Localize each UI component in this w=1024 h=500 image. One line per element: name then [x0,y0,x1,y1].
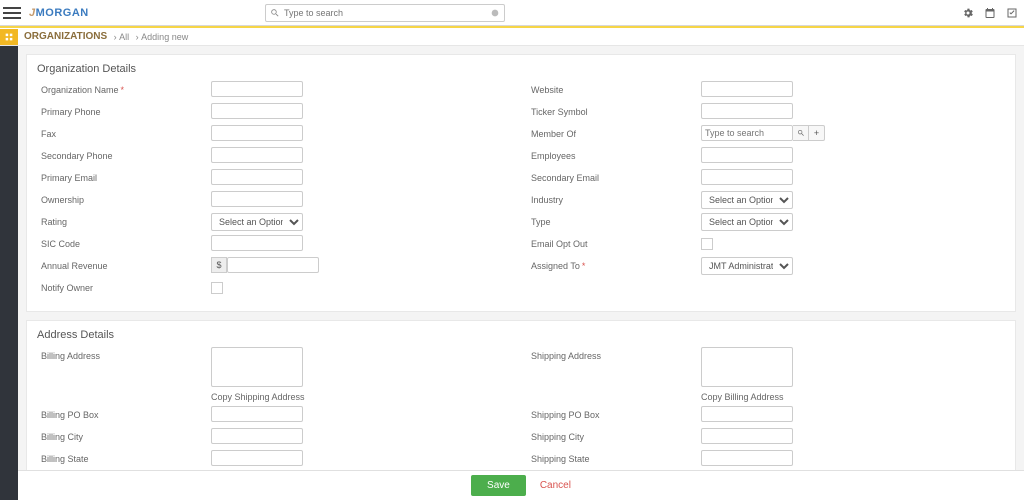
label-secondary-phone: Secondary Phone [41,147,211,161]
billing-state-input[interactable] [211,450,303,466]
label-type: Type [531,213,701,227]
primary-email-input[interactable] [211,169,303,185]
clear-icon[interactable] [490,8,500,18]
breadcrumb-action: › Adding new [133,32,188,42]
member-of-search-btn[interactable] [793,125,809,141]
organization-details-block: Organization Details Organization Name* … [26,54,1016,312]
shipping-state-input[interactable] [701,450,793,466]
billing-address-input[interactable] [211,347,303,387]
label-billing-pobox: Billing PO Box [41,406,211,420]
sic-code-input[interactable] [211,235,303,251]
breadcrumb-module[interactable]: ORGANIZATIONS [24,31,107,42]
ownership-input[interactable] [211,191,303,207]
calendar-icon[interactable] [984,7,996,19]
menu-icon[interactable] [3,4,21,22]
label-annual-revenue: Annual Revenue [41,257,211,271]
currency-symbol: $ [211,257,227,273]
gear-icon[interactable] [962,7,974,19]
type-select[interactable]: Select an Option [701,213,793,231]
label-fax: Fax [41,125,211,139]
employees-input[interactable] [701,147,793,163]
global-search[interactable] [265,4,505,22]
save-button[interactable]: Save [471,475,526,496]
annual-revenue-input[interactable] [227,257,319,273]
secondary-email-input[interactable] [701,169,793,185]
label-shipping-pobox: Shipping PO Box [531,406,701,420]
label-org-name: Organization Name* [41,81,211,95]
label-rating: Rating [41,213,211,227]
shipping-address-input[interactable] [701,347,793,387]
copy-billing-link[interactable]: Copy Billing Address [701,392,793,402]
global-search-input[interactable] [280,8,490,18]
organization-details-title: Organization Details [27,55,1015,81]
shipping-pobox-input[interactable] [701,406,793,422]
address-details-title: Address Details [27,321,1015,347]
label-shipping-address: Shipping Address [531,347,701,361]
label-shipping-city: Shipping City [531,428,701,442]
label-secondary-email: Secondary Email [531,169,701,183]
fax-input[interactable] [211,125,303,141]
industry-select[interactable]: Select an Option [701,191,793,209]
label-ownership: Ownership [41,191,211,205]
billing-city-input[interactable] [211,428,303,444]
secondary-phone-input[interactable] [211,147,303,163]
email-opt-out-checkbox[interactable] [701,238,713,250]
label-email-opt-out: Email Opt Out [531,235,701,249]
website-input[interactable] [701,81,793,97]
label-employees: Employees [531,147,701,161]
label-website: Website [531,81,701,95]
member-of-input[interactable] [701,125,793,141]
search-icon [270,8,280,18]
module-icon[interactable] [0,29,18,45]
copy-shipping-link[interactable]: Copy Shipping Address [211,392,305,402]
ticker-input[interactable] [701,103,793,119]
notify-owner-checkbox[interactable] [211,282,223,294]
left-sidebar [0,46,18,500]
label-notify-owner: Notify Owner [41,279,211,293]
breadcrumb: ORGANIZATIONS › All › Adding new [0,26,1024,46]
label-assigned-to: Assigned To* [531,257,701,271]
org-name-input[interactable] [211,81,303,97]
breadcrumb-all[interactable]: › All [111,32,129,42]
label-primary-email: Primary Email [41,169,211,183]
rating-select[interactable]: Select an Option [211,213,303,231]
primary-phone-input[interactable] [211,103,303,119]
label-billing-city: Billing City [41,428,211,442]
label-sic-code: SIC Code [41,235,211,249]
top-bar: JMORGAN [0,0,1024,26]
billing-pobox-input[interactable] [211,406,303,422]
label-member-of: Member Of [531,125,701,139]
shipping-city-input[interactable] [701,428,793,444]
footer-bar: Save Cancel [18,470,1024,500]
label-industry: Industry [531,191,701,205]
brand-logo: JMORGAN [29,7,89,19]
label-billing-state: Billing State [41,450,211,464]
member-of-add-btn[interactable]: + [809,125,825,141]
label-shipping-state: Shipping State [531,450,701,464]
label-primary-phone: Primary Phone [41,103,211,117]
cancel-button[interactable]: Cancel [540,480,571,491]
label-billing-address: Billing Address [41,347,211,361]
check-icon[interactable] [1006,7,1018,19]
label-ticker: Ticker Symbol [531,103,701,117]
assigned-to-select[interactable]: JMT Administrator [701,257,793,275]
